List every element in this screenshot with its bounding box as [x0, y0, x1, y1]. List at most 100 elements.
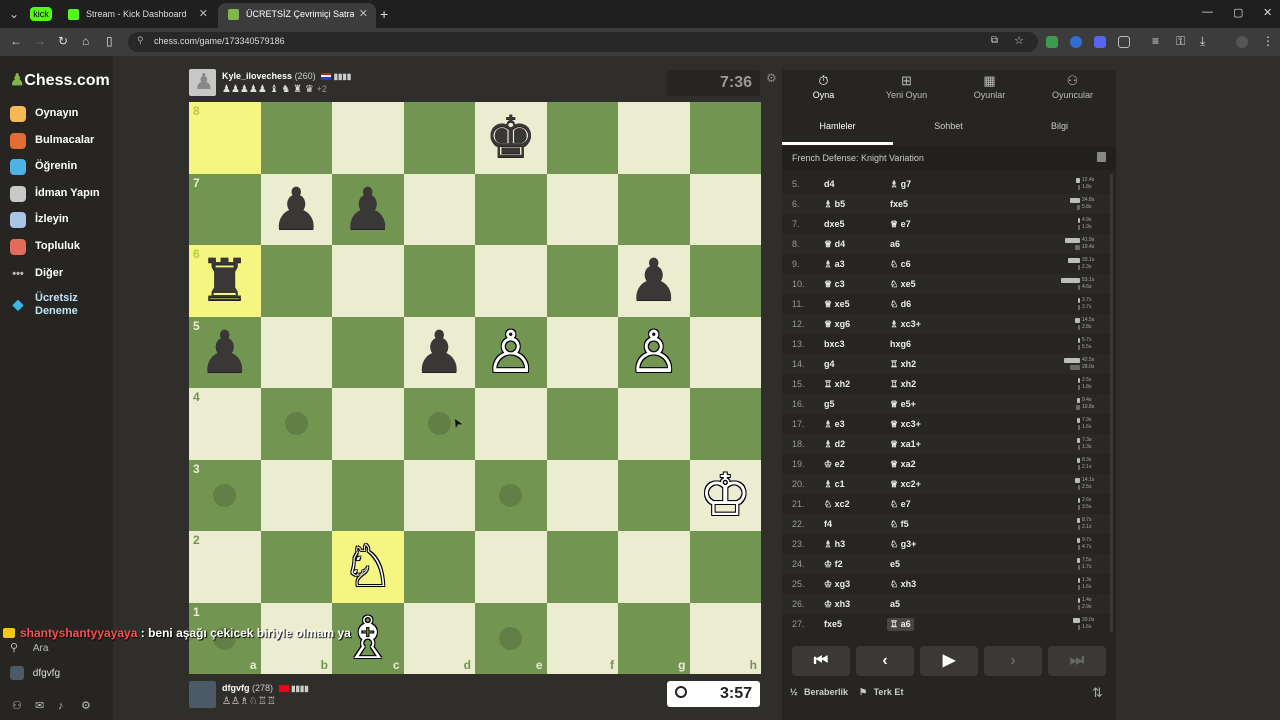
- next-move-button[interactable]: ›: [984, 646, 1042, 676]
- black-move[interactable]: a6: [890, 239, 900, 249]
- square-h7[interactable]: [689, 173, 761, 245]
- square-b3[interactable]: [260, 459, 332, 531]
- square-e2[interactable]: [475, 531, 547, 603]
- square-g2[interactable]: [618, 531, 690, 603]
- address-bar[interactable]: ⚲ chess.com/game/173340579186 ⧉ ☆: [128, 32, 1038, 52]
- square-a2[interactable]: 2: [189, 531, 261, 603]
- black-move[interactable]: ♗ xc3+: [890, 319, 921, 330]
- last-move-button[interactable]: ⏭: [1048, 646, 1106, 676]
- search-row[interactable]: ⚲ Ara: [10, 641, 48, 654]
- square-h4[interactable]: [689, 388, 761, 460]
- profile-avatar[interactable]: [1236, 36, 1248, 48]
- black-move[interactable]: ♖ xh2: [890, 379, 916, 390]
- bell-icon[interactable]: ♪: [58, 700, 72, 712]
- square-h5[interactable]: [689, 316, 761, 388]
- square-f3[interactable]: [546, 459, 618, 531]
- square-a7[interactable]: 7: [189, 173, 261, 245]
- reload-icon[interactable]: ↻: [58, 34, 68, 48]
- square-a5[interactable]: 5 ♟: [189, 316, 261, 389]
- white-move[interactable]: ♗ b5: [824, 199, 845, 210]
- user-row[interactable]: dfgvfg: [10, 666, 60, 680]
- black-move[interactable]: ♕ e5+: [890, 399, 916, 410]
- square-g4[interactable]: [618, 388, 690, 460]
- back-icon[interactable]: ←: [10, 34, 22, 48]
- square-c5[interactable]: [332, 316, 404, 388]
- password-icon[interactable]: ⚿: [1176, 34, 1185, 49]
- close-icon[interactable]: ✕: [199, 7, 208, 20]
- black-move[interactable]: ♘ xh3: [890, 579, 916, 590]
- square-e6[interactable]: [475, 245, 547, 317]
- square-c3[interactable]: [332, 459, 404, 531]
- forward-icon[interactable]: →: [34, 34, 46, 48]
- legal-move-dot[interactable]: [427, 412, 451, 435]
- square-a8[interactable]: 8: [189, 102, 261, 174]
- close-icon[interactable]: ✕: [359, 7, 368, 20]
- media-icon[interactable]: ≡: [1152, 34, 1159, 48]
- white-move[interactable]: ♗ d2: [824, 439, 845, 450]
- gear-icon[interactable]: ⚙: [766, 71, 777, 85]
- black-pawn-icon[interactable]: ♟: [189, 317, 261, 389]
- square-b4[interactable]: [260, 388, 332, 460]
- tab-games[interactable]: ▦ Oyunlar: [948, 70, 1031, 110]
- square-c4[interactable]: [332, 388, 404, 460]
- square-f1[interactable]: f: [546, 602, 618, 674]
- extension-icon[interactable]: [1046, 36, 1058, 48]
- square-h2[interactable]: [689, 531, 761, 603]
- chess-board[interactable]: 8 ♚ 7 ♟ ♟ 6 ♜ ♟ 5 ♟ ♟ ♙ ♙ 4 3 ♔ 2 ♘ 1 a b c ♗ d e f g h ➤: [189, 102, 761, 674]
- black-move[interactable]: ♗ g7: [890, 179, 911, 190]
- black-rook-icon[interactable]: ♜: [189, 245, 261, 317]
- square-a4[interactable]: 4: [189, 388, 261, 460]
- tab-kick-dashboard[interactable]: Stream - Kick Dashboard ✕: [58, 3, 216, 28]
- white-move[interactable]: ♔ xh3: [824, 599, 850, 610]
- tab-play[interactable]: ⏱ Oyna: [782, 70, 865, 110]
- square-d8[interactable]: [403, 102, 475, 174]
- square-a3[interactable]: 3: [189, 459, 261, 531]
- first-move-button[interactable]: ⏮: [792, 646, 850, 676]
- square-b7[interactable]: ♟: [260, 173, 332, 245]
- friends-icon[interactable]: ⚇: [12, 699, 26, 712]
- black-move[interactable]: ♖ xh2: [890, 359, 916, 370]
- black-move[interactable]: ♕ e7: [890, 219, 911, 230]
- play-button[interactable]: ▶: [920, 646, 978, 676]
- white-move[interactable]: bxc3: [824, 339, 845, 349]
- square-e4[interactable]: [475, 388, 547, 460]
- draw-button[interactable]: ½ Beraberlik: [790, 687, 848, 707]
- black-move[interactable]: ♕ xc3+: [890, 419, 921, 430]
- white-move[interactable]: f4: [824, 519, 832, 529]
- square-f5[interactable]: [546, 316, 618, 388]
- square-g3[interactable]: [618, 459, 690, 531]
- white-move[interactable]: ♕ c3: [824, 279, 845, 290]
- white-knight-icon[interactable]: ♘: [332, 531, 404, 603]
- black-move[interactable]: ♘ c6: [890, 259, 911, 270]
- square-f7[interactable]: [546, 173, 618, 245]
- white-move[interactable]: fxe5: [824, 619, 842, 629]
- move-list-scrollbar[interactable]: [1110, 174, 1113, 632]
- white-move[interactable]: ♗ c1: [824, 479, 845, 490]
- square-e3[interactable]: [475, 459, 547, 531]
- square-e7[interactable]: [475, 173, 547, 245]
- prev-move-button[interactable]: ‹: [856, 646, 914, 676]
- square-f6[interactable]: [546, 245, 618, 317]
- tab-new-game[interactable]: ⊞ Yeni Oyun: [865, 70, 948, 110]
- avatar[interactable]: [189, 681, 216, 708]
- install-icon[interactable]: ⧉: [991, 35, 998, 46]
- subtab-moves[interactable]: Hamleler: [782, 116, 893, 145]
- black-king-icon[interactable]: ♚: [475, 102, 547, 174]
- square-g1[interactable]: g: [618, 602, 690, 674]
- square-d1[interactable]: d: [403, 602, 475, 674]
- white-move[interactable]: d4: [824, 179, 835, 189]
- square-d6[interactable]: [403, 245, 475, 317]
- legal-move-dot[interactable]: [499, 483, 522, 507]
- black-pawn-icon[interactable]: ♟: [618, 245, 690, 317]
- square-f4[interactable]: [546, 388, 618, 460]
- square-e1[interactable]: e: [475, 602, 547, 674]
- square-g8[interactable]: [618, 102, 690, 174]
- black-move[interactable]: hxg6: [890, 339, 911, 349]
- black-move[interactable]: ♘ xe5: [890, 279, 916, 290]
- square-d2[interactable]: [403, 531, 475, 603]
- white-move[interactable]: ♖ xh2: [824, 379, 850, 390]
- square-d3[interactable]: [403, 459, 475, 531]
- white-move[interactable]: ♗ h3: [824, 539, 845, 550]
- white-king-icon[interactable]: ♔: [690, 460, 762, 532]
- minimize-icon[interactable]: —: [1202, 6, 1213, 18]
